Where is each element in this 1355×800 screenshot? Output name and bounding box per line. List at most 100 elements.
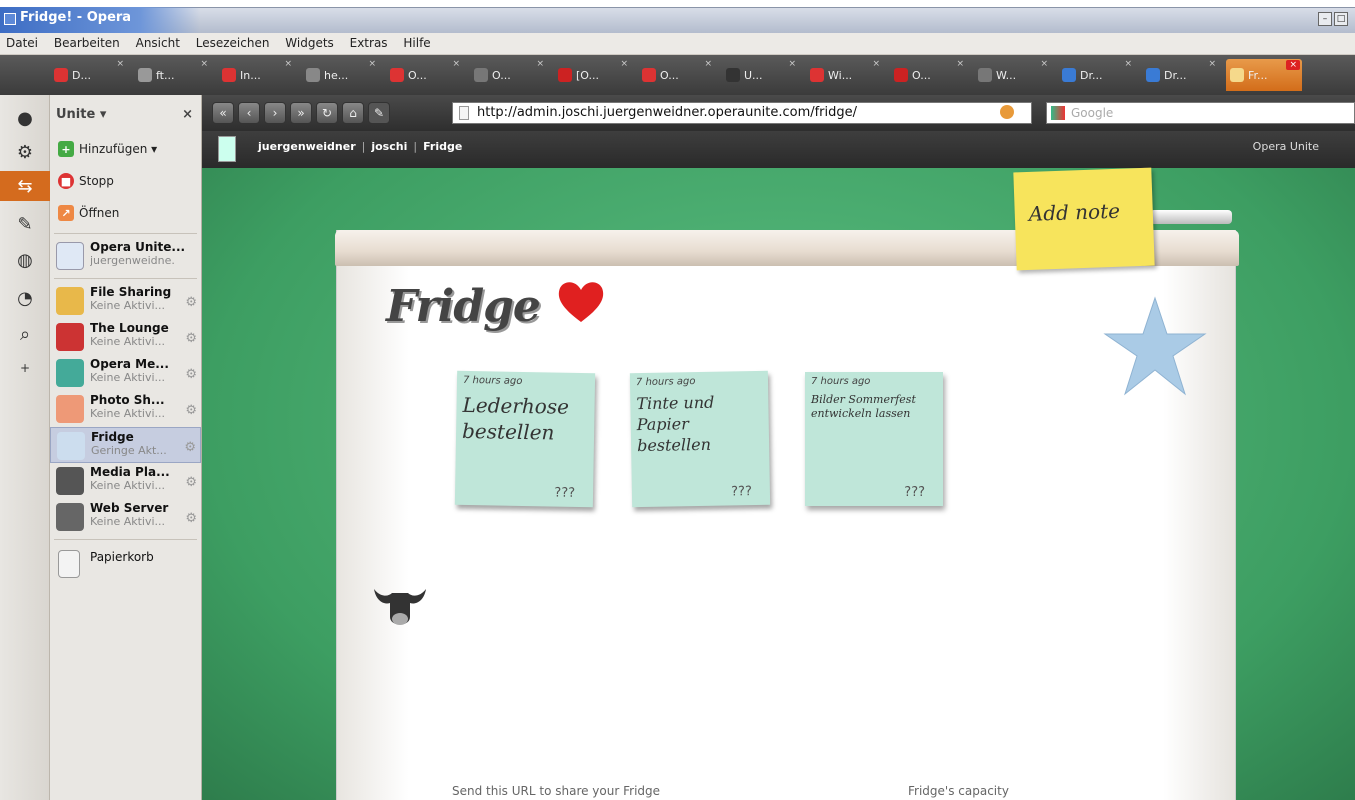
tab[interactable]: In... × (218, 59, 294, 91)
service-item[interactable]: Media Pla... Keine Aktivi... ⚙ (50, 463, 201, 499)
tab[interactable]: Dr... × (1058, 59, 1134, 91)
title-bar: Fridge! - Opera – □ (0, 0, 1355, 33)
menu-hilfe[interactable]: Hilfe (397, 33, 436, 50)
tab[interactable]: ft... × (134, 59, 210, 91)
minimize-button[interactable]: – (1318, 12, 1332, 26)
service-list: File Sharing Keine Aktivi... ⚙ The Lounge Ke… (50, 283, 201, 535)
maximize-button[interactable]: □ (1334, 12, 1348, 26)
menu-widgets[interactable]: Widgets (279, 33, 340, 50)
back-icon[interactable]: ‹ (238, 102, 260, 124)
gear-icon[interactable]: ⚙ (185, 367, 197, 382)
tab-favicon-icon (138, 68, 152, 82)
unite-panel-icon[interactable]: ⇆ (0, 171, 50, 201)
service-item[interactable]: Photo Sh... Keine Aktivi... ⚙ (50, 391, 201, 427)
tab-close-icon[interactable]: × (452, 59, 460, 69)
tab[interactable]: O... × (638, 59, 714, 91)
gear-icon[interactable]: ⚙ (185, 295, 197, 310)
opera-unite-link[interactable]: Opera Unite (1253, 140, 1319, 153)
breadcrumb-device[interactable]: joschi (371, 140, 407, 153)
tab[interactable]: O... × (470, 59, 546, 91)
note-more[interactable]: ??? (731, 484, 752, 499)
tab-close-icon[interactable]: × (536, 59, 544, 69)
history-panel-icon[interactable]: ◔ (9, 283, 41, 313)
notes-panel-icon[interactable]: ✎ (9, 209, 41, 239)
gear-icon[interactable]: ⚙ (185, 475, 197, 490)
add-service-button[interactable]: + Hinzufügen ▾ (50, 133, 201, 165)
note-more[interactable]: ??? (904, 485, 925, 500)
rewind-icon[interactable]: « (212, 102, 234, 124)
settings-panel-icon[interactable]: ⚙ (9, 137, 41, 167)
search-input[interactable]: Google (1046, 102, 1355, 124)
open-button[interactable]: ↗ Öffnen (50, 197, 201, 229)
tab[interactable]: O... × (890, 59, 966, 91)
tab-close-icon[interactable]: × (704, 59, 712, 69)
gear-icon[interactable]: ⚙ (185, 511, 197, 526)
google-icon (1051, 106, 1065, 120)
tab[interactable]: [O... × (554, 59, 630, 91)
service-item[interactable]: File Sharing Keine Aktivi... ⚙ (50, 283, 201, 319)
tab[interactable]: Wi... × (806, 59, 882, 91)
tab-label: Fr... (1248, 68, 1268, 82)
gear-icon[interactable]: ⚙ (184, 440, 196, 455)
trash-item[interactable]: Papierkorb (50, 546, 201, 582)
tab-close-icon[interactable]: × (284, 59, 292, 69)
home-icon[interactable]: ⌂ (342, 102, 364, 124)
tab[interactable]: Dr... × (1142, 59, 1218, 91)
edit-icon[interactable]: ✎ (368, 102, 390, 124)
tab-label: O... (912, 68, 931, 82)
forward-icon[interactable]: › (264, 102, 286, 124)
tab[interactable]: U... × (722, 59, 798, 91)
menu-extras[interactable]: Extras (344, 33, 394, 50)
menu-bearbeiten[interactable]: Bearbeiten (48, 33, 126, 50)
gear-icon[interactable]: ⚙ (185, 403, 197, 418)
note-more[interactable]: ??? (554, 486, 575, 501)
service-item[interactable]: Opera Me... Keine Aktivi... ⚙ (50, 355, 201, 391)
trash-label: Papierkorb (90, 550, 154, 564)
tab-close-icon[interactable]: × (368, 59, 376, 69)
tab-close-icon[interactable]: × (1124, 59, 1132, 69)
add-note-button[interactable]: Add note (1013, 167, 1155, 271)
breadcrumb-app[interactable]: Fridge (423, 140, 462, 153)
menu-datei[interactable]: Datei (0, 33, 44, 50)
tab-close-icon[interactable]: × (788, 59, 796, 69)
add-panel-icon[interactable]: + (9, 353, 41, 383)
breadcrumb-user[interactable]: juergenweidner (258, 140, 356, 153)
fast-forward-icon[interactable]: » (290, 102, 312, 124)
service-status: Keine Aktivi... (90, 335, 166, 348)
menu-bar: Datei Bearbeiten Ansicht Lesezeichen Wid… (0, 33, 1355, 55)
tab-close-icon[interactable]: × (620, 59, 628, 69)
tab-close-icon[interactable]: × (956, 59, 964, 69)
feed-icon[interactable] (1000, 105, 1014, 119)
close-panel-icon[interactable]: × (182, 107, 193, 122)
tab-close-icon[interactable]: × (1208, 59, 1216, 69)
service-item[interactable]: Web Server Keine Aktivi... ⚙ (50, 499, 201, 535)
note-text: Lederhose bestellen (461, 392, 570, 445)
service-item[interactable]: The Lounge Keine Aktivi... ⚙ (50, 319, 201, 355)
note[interactable]: 7 hours ago Lederhose bestellen ??? (454, 370, 596, 508)
widgets-panel-icon[interactable]: ◍ (9, 245, 41, 275)
tab[interactable]: Fr... × (1226, 59, 1302, 91)
tab-close-icon[interactable]: × (116, 59, 124, 69)
tab-close-icon[interactable]: × (872, 59, 880, 69)
search-panel-icon[interactable]: ⌕ (9, 319, 41, 349)
address-field[interactable]: http://admin.joschi.juergenweidner.opera… (452, 102, 1032, 124)
bookmarks-panel-icon[interactable]: ● (9, 103, 41, 133)
menu-lesezeichen[interactable]: Lesezeichen (190, 33, 276, 50)
menu-ansicht[interactable]: Ansicht (130, 33, 186, 50)
tab[interactable]: he... × (302, 59, 378, 91)
panel-title[interactable]: Unite ▾ (56, 107, 106, 122)
tab-close-icon[interactable]: × (1286, 60, 1300, 70)
tab-close-icon[interactable]: × (1040, 59, 1048, 69)
service-item[interactable]: Fridge Geringe Akt... ⚙ (50, 427, 201, 463)
note[interactable]: 7 hours ago Tinte und Papier bestellen ?… (629, 370, 771, 508)
reload-icon[interactable]: ↻ (316, 102, 338, 124)
tab[interactable]: O... × (386, 59, 462, 91)
tab[interactable]: D... × (50, 59, 126, 91)
service-icon (56, 467, 84, 495)
gear-icon[interactable]: ⚙ (185, 331, 197, 346)
tab[interactable]: W... × (974, 59, 1050, 91)
unite-home-item[interactable]: Opera Unite... juergenweidne... (50, 238, 201, 274)
stop-button[interactable]: ■ Stopp (50, 165, 201, 197)
note[interactable]: 7 hours ago Bilder Sommerfest entwickeln… (805, 372, 943, 506)
tab-close-icon[interactable]: × (200, 59, 208, 69)
